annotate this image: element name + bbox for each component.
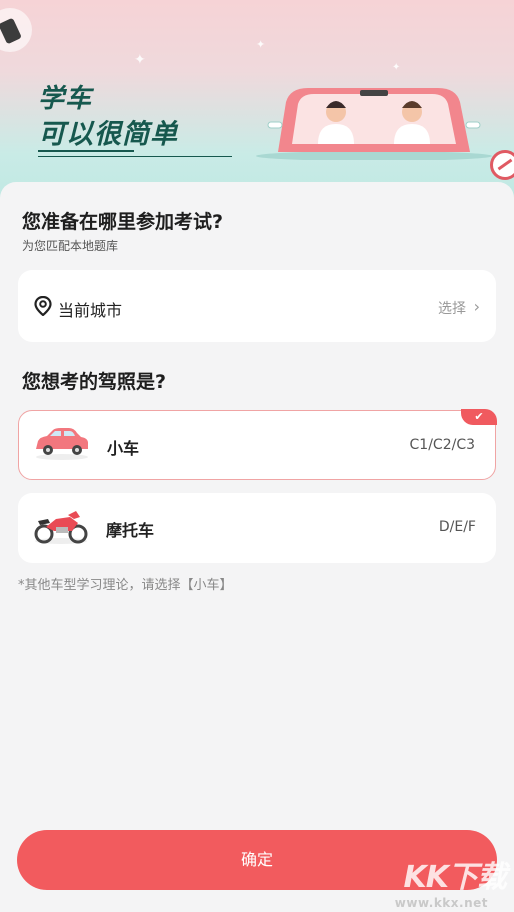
select-city-link[interactable]: 选择 — [438, 298, 466, 318]
license-option-car[interactable]: 小车 C1/C2/C3 ✔ — [18, 409, 497, 480]
header-banner: ✦ ✦ ✦ 学车 可以很简单 — [0, 0, 514, 205]
license-type-heading: 您想考的驾照是? — [22, 371, 167, 393]
banner-underline — [38, 156, 232, 157]
chevron-right-icon: › — [473, 297, 480, 316]
banner-title-line1: 学车 — [38, 84, 93, 114]
exam-location-heading: 您准备在哪里参加考试? — [22, 211, 224, 233]
license-option-code: D/E/F — [438, 519, 476, 535]
current-city-selector[interactable]: 当前城市 选择 › — [18, 270, 496, 342]
sparkle-icon: ✦ — [134, 52, 146, 68]
banner-title-line2: 可以很简单 — [38, 119, 178, 150]
watermark-logo: KK下载 — [403, 860, 507, 895]
current-city-label: 当前城市 — [58, 301, 123, 320]
traffic-light-icon — [0, 8, 32, 52]
banner-underline — [38, 150, 134, 152]
license-option-motorcycle[interactable]: 摩托车 D/E/F — [18, 493, 496, 563]
license-option-name: 摩托车 — [106, 521, 155, 540]
no-entry-sign-icon — [490, 150, 514, 180]
license-option-code: C1/C2/C3 — [409, 437, 475, 453]
license-note: *其他车型学习理论，请选择【小车】 — [18, 578, 233, 593]
car-icon — [36, 428, 88, 460]
motorcycle-icon — [34, 511, 88, 544]
sparkle-icon: ✦ — [392, 62, 401, 73]
license-option-name: 小车 — [107, 439, 140, 458]
watermark-url: www.kkx.net — [394, 896, 488, 910]
exam-location-subheading: 为您匹配本地题库 — [22, 239, 119, 253]
sparkle-icon: ✦ — [256, 38, 266, 51]
selected-check-icon: ✔ — [461, 409, 497, 425]
car-drivers-illustration — [256, 88, 492, 160]
location-pin-icon — [34, 296, 52, 316]
